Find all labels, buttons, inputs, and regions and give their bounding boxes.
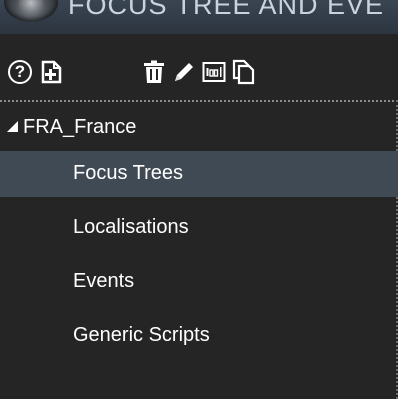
tree-node-fra-france[interactable]: FRA_France <box>0 106 398 150</box>
tree-item-generic-scripts[interactable]: Generic Scripts <box>0 313 398 359</box>
tree-item-label: Events <box>73 270 135 292</box>
edit-button[interactable] <box>170 58 198 86</box>
copy-button[interactable] <box>229 58 257 86</box>
project-explorer-window: FOCUS TREE AND EVE ? FRA_France Focus Tr… <box>0 0 398 399</box>
window-title: FOCUS TREE AND EVE <box>68 0 385 20</box>
tree-item-events[interactable]: Events <box>0 259 398 305</box>
delete-button[interactable] <box>140 58 168 86</box>
tree-item-label: Focus Trees <box>73 162 184 184</box>
tree-item-localisations[interactable]: Localisations <box>0 205 398 251</box>
toolbar-separator <box>0 100 398 102</box>
abc-text-icon <box>202 62 226 82</box>
new-file-icon <box>41 60 62 84</box>
help-circle-icon: ? <box>8 60 32 84</box>
tree-node-label: FRA_France <box>23 116 137 138</box>
copy-icon <box>232 59 255 85</box>
new-file-button[interactable] <box>38 58 66 86</box>
toolbar: ? <box>0 34 398 100</box>
tree-item-label: Generic Scripts <box>73 324 210 346</box>
help-button[interactable]: ? <box>6 58 34 86</box>
expand-triangle-icon[interactable] <box>7 121 18 132</box>
pencil-icon <box>175 63 193 81</box>
rename-button[interactable] <box>200 58 228 86</box>
tree-item-focus-trees[interactable]: Focus Trees <box>0 151 398 197</box>
project-tree: FRA_France Focus Trees Localisations Eve… <box>0 104 398 399</box>
tree-item-label: Localisations <box>73 216 189 238</box>
title-bar: FOCUS TREE AND EVE <box>0 0 398 34</box>
app-logo <box>4 0 58 22</box>
trash-icon <box>144 60 164 83</box>
